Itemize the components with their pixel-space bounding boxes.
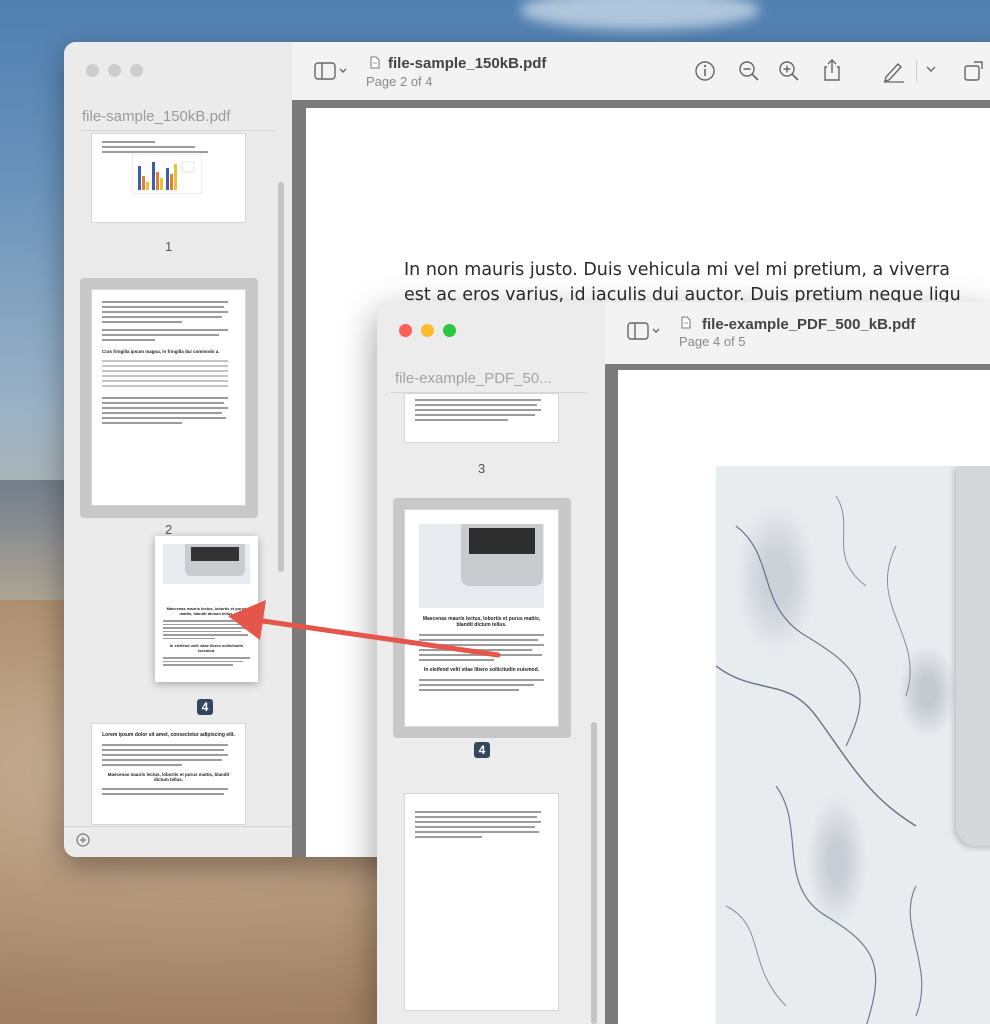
sidebar-title: file-sample_150kB.pdf [82,108,231,125]
sidebar-divider [391,392,587,393]
marble-photo [716,466,990,1024]
thumbnail-keyboard [191,547,239,561]
zoom-button[interactable] [443,324,456,337]
share-icon[interactable] [822,58,842,82]
toolbar: file-sample_150kB.pdf Page 2 of 4 [292,42,990,101]
thumbnail-heading: Maecenas mauris lectus, lobortis et puru… [166,606,247,616]
thumbnail-page-1[interactable] [92,134,245,222]
markup-pen-icon[interactable] [882,59,906,83]
thumbnail-subheading: Maecenas mauris lectus, lobortis et puru… [107,772,230,782]
thumbnail-sidebar: file-sample_150kB.pdf 1 Cras fringilla i… [64,42,293,857]
thumbnail-number-3: 3 [478,461,486,476]
pdf-file-icon [681,316,691,329]
zoom-button[interactable] [130,64,143,77]
preview-window-front: file-example_PDF_50... 3 Maecenas mauris… [377,302,990,1024]
zoom-out-icon[interactable] [738,60,760,82]
sidebar-toggle-icon[interactable] [627,322,661,340]
sidebar-divider [80,130,276,131]
thumbnail-heading: Lorem ipsum dolor sit amet, consectetur … [102,732,235,738]
document-title[interactable]: file-sample_150kB.pdf [388,55,546,72]
minimize-button[interactable] [421,324,434,337]
thumbnail-subheading: In eleifend velit vitae libero sollicitu… [169,643,244,653]
thumbnail-sidebar: file-example_PDF_50... 3 Maecenas mauris… [377,302,606,1024]
window-controls [399,324,456,337]
page-indicator: Page 2 of 4 [366,74,433,89]
thumbnail-keyboard [469,528,535,554]
sidebar-footer-divider [64,826,292,827]
chevron-down-icon[interactable] [926,66,936,74]
thumbnail-number-badge: 4 [474,742,490,758]
pdf-file-icon [370,56,380,69]
thumbnail-heading: Cras fringilla ipsum magna, in fringilla… [102,349,220,354]
document-viewer [605,364,990,1024]
thumbnail-subheading: In eleifend velit vitae libero sollicitu… [423,667,540,673]
thumbnail-laptop [185,544,245,576]
add-page-icon[interactable] [76,833,90,847]
thumbnail-page-5[interactable] [405,794,558,1010]
rotate-icon[interactable] [962,59,986,83]
zoom-in-icon[interactable] [778,60,800,82]
thumbnail-marble-image [163,544,250,584]
sidebar-scrollbar[interactable] [278,182,284,572]
toolbar-divider [916,60,917,82]
minimize-button[interactable] [108,64,121,77]
page-indicator: Page 4 of 5 [679,334,746,349]
marble-veins [716,495,923,1024]
thumbnail-number-1: 1 [165,239,173,254]
sidebar-scrollbar[interactable] [591,722,597,1024]
page-body-text: In non mauris justo. Duis vehicula mi ve… [404,258,961,308]
dragged-thumbnail[interactable]: Maecenas mauris lectus, lobortis et puru… [155,536,258,682]
document-page [618,370,990,1024]
thumbnail-page-4[interactable]: Maecenas mauris lectus, lobortis et puru… [405,510,558,726]
thumbnail-laptop [461,524,543,586]
thumbnail-page-3[interactable] [405,394,558,442]
thumbnail-page-4[interactable]: Lorem ipsum dolor sit amet, consectetur … [92,724,245,824]
body-line-1: In non mauris justo. Duis vehicula mi ve… [404,260,950,280]
thumbnail-number-badge: 4 [197,699,213,715]
sidebar-toggle-icon[interactable] [314,62,348,80]
laptop-edge [956,466,990,846]
thumbnail-heading: Maecenas mauris lectus, lobortis et puru… [422,616,541,628]
thumbnail-marble-image [419,524,544,608]
close-button[interactable] [86,64,99,77]
window-controls [86,64,143,77]
thumbnail-number-2: 2 [165,522,173,537]
thumbnail-chart [132,154,202,194]
info-icon[interactable] [694,60,716,82]
sidebar-title: file-example_PDF_50... [395,370,552,387]
toolbar: file-example_PDF_500_kB.pdf Page 4 of 5 [605,302,990,365]
document-title[interactable]: file-example_PDF_500_kB.pdf [702,316,915,333]
close-button[interactable] [399,324,412,337]
sky-cloud [520,0,760,30]
thumbnail-page-2[interactable]: Cras fringilla ipsum magna, in fringilla… [92,290,245,505]
